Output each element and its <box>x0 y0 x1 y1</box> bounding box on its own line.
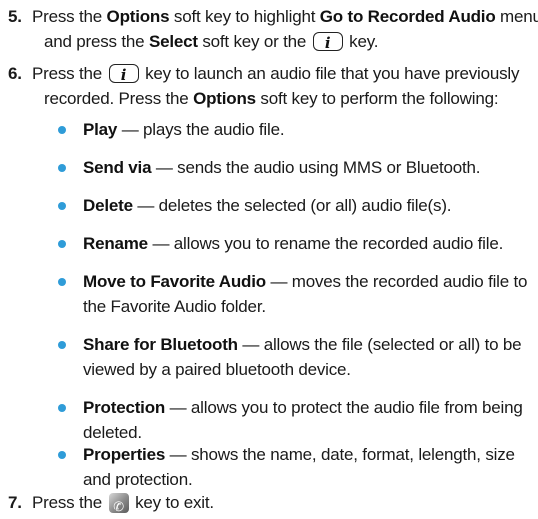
menu-name: Go to Recorded Audio <box>319 7 496 26</box>
option-term: Rename <box>83 234 148 253</box>
step-line: Press the i key to launch an audio file … <box>32 64 520 84</box>
options-label: Options <box>106 7 170 26</box>
bullet-icon <box>58 404 66 412</box>
bullet-icon <box>58 202 66 210</box>
list-item: Move to Favorite Audio — moves the recor… <box>58 269 528 319</box>
option-term: Send via <box>83 158 152 177</box>
option-term: Share for Bluetooth <box>83 335 238 354</box>
step-line: recorded. Press the Options soft key to … <box>44 89 499 108</box>
list-item: Play — plays the audio file. <box>58 117 528 142</box>
info-key-icon: i <box>312 32 343 52</box>
step-line: and press the Select soft key or the i k… <box>44 32 379 52</box>
end-call-icon: ✆ <box>108 493 129 514</box>
option-term: Protection <box>83 398 166 417</box>
list-item: Rename — allows you to rename the record… <box>58 231 528 256</box>
select-label: Select <box>148 32 198 51</box>
option-term: Play <box>83 120 118 139</box>
manual-page: 5. Press the Options soft key to highlig… <box>0 0 538 517</box>
list-item: Properties — shows the name, date, forma… <box>58 442 528 492</box>
info-key-icon: i <box>108 64 139 84</box>
list-item: Send via — sends the audio using MMS or … <box>58 155 528 180</box>
step-line: Press the Options soft key to highlight … <box>32 7 538 26</box>
bullet-icon <box>58 164 66 172</box>
option-term: Delete <box>83 196 133 215</box>
step-7: 7. Press the ✆ key to exit. <box>0 490 534 515</box>
bullet-icon <box>58 240 66 248</box>
step-line: Press the ✆ key to exit. <box>32 493 214 514</box>
bullet-icon <box>58 341 66 349</box>
bullet-icon <box>58 278 66 286</box>
option-term: Properties <box>83 445 166 464</box>
list-item: Delete — deletes the selected (or all) a… <box>58 193 528 218</box>
step-5: 5. Press the Options soft key to highlig… <box>0 4 538 54</box>
bullet-icon <box>58 126 66 134</box>
option-term: Move to Favorite Audio <box>83 272 266 291</box>
bullet-icon <box>58 451 66 459</box>
options-label: Options <box>193 89 256 108</box>
list-item: Protection — allows you to protect the a… <box>58 395 528 445</box>
step-6: 6. Press the i key to launch an audio fi… <box>0 61 534 111</box>
list-item: Share for Bluetooth — allows the file (s… <box>58 332 528 382</box>
